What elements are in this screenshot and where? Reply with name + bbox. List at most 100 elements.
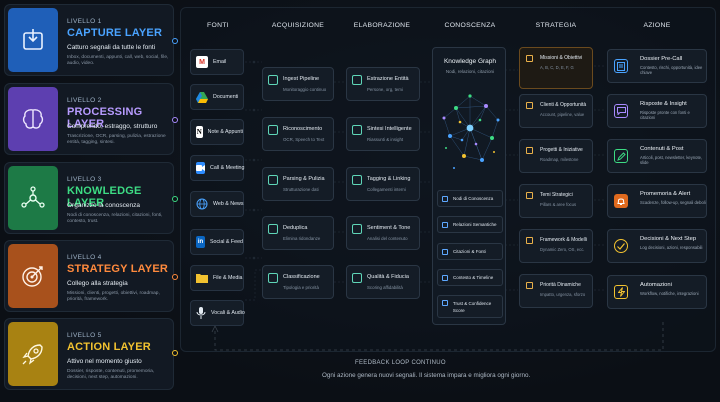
source-file[interactable]: File & Media [190, 265, 244, 291]
strategy-progetti[interactable]: Progetti & Iniziative Roadmap, milestone [519, 139, 593, 173]
knowledge-item[interactable]: Relazioni Semantiche [437, 216, 503, 233]
source-email[interactable]: M Email [190, 49, 244, 75]
ela-tagging[interactable]: Tagging & Linking Collegamenti interni [346, 167, 420, 201]
action-contenuti[interactable]: Contenuti & Post Articoli, post, newslett… [607, 139, 707, 173]
layer-name: ACTION LAYER [67, 341, 151, 353]
layer-description: Missioni, clienti, progetti, obiettivi, … [67, 291, 160, 303]
strategy-subtitle: A, B, C, D, E, F, G [540, 65, 574, 70]
step-title: Classificazione [283, 274, 320, 280]
strategy-title: Progetti & Iniziative [540, 147, 583, 153]
ela-qualita[interactable]: Qualità & Fiducia Scoring affidabilità [346, 265, 420, 299]
strategy-subtitle: Pillars & aree focus [540, 202, 577, 207]
lightning-icon [614, 285, 628, 299]
layer-capture[interactable]: LIVELLO 1 CAPTURE LAYER Catturo segnali … [4, 4, 174, 76]
step-title: Parsing & Pulizia [283, 176, 325, 182]
strategy-subtitle: Impatto, urgenza, sforzo [540, 292, 586, 297]
tag-icon [268, 273, 278, 283]
layer-number: LIVELLO 2 [67, 97, 102, 104]
action-dossier[interactable]: Dossier Pre-Call Contesto, rischi, opport… [607, 49, 707, 83]
action-title: Contenuti & Post [640, 146, 684, 152]
action-title: Risposte & Insight [640, 101, 687, 107]
layer-subtitle: Organizzo la conoscenza [67, 202, 140, 209]
source-web[interactable]: Web & News [190, 191, 244, 217]
strategy-missioni[interactable]: Missioni & Obiettivi A, B, C, D, E, F, G [519, 47, 593, 89]
strategy-subtitle: Roadmap, milestone [540, 157, 579, 162]
step-title: Riconoscimento [283, 126, 323, 132]
check-circle-icon [614, 239, 628, 253]
action-promemoria[interactable]: Promemoria & Alert Scadenze, follow-up, s… [607, 184, 707, 218]
ela-sentiment[interactable]: Sentiment & Tone Analisi del contenuto [346, 216, 420, 250]
pipeline-diagram: { "layers":[ {"num":"LIVELLO 1","name":"… [0, 0, 720, 402]
source-documenti[interactable]: Documenti [190, 84, 244, 110]
strategy-title: Missioni & Obiettivi [540, 55, 583, 61]
step-title: Qualità & Fiducia [367, 274, 409, 280]
acq-ingest-pipeline[interactable]: Ingest Pipeline Monitoraggio continuo [262, 67, 334, 101]
layer-action[interactable]: LIVELLO 5 ACTION LAYER Attivo nel moment… [4, 318, 174, 390]
step-subtitle: Riassunti & insight [367, 137, 404, 142]
source-vocali[interactable]: Vocali & Audio [190, 300, 245, 326]
step-subtitle: OCR, Speech to Text [283, 137, 325, 142]
layer-subtitle: Comprendo, estraggo, strutturo [67, 123, 158, 130]
acq-deduplica[interactable]: Deduplica Elimina ridondanze [262, 216, 334, 250]
link-icon [352, 175, 362, 185]
knowledge-item[interactable]: Citazioni & Fonti [437, 243, 503, 260]
strategy-title: Framework & Modelli [540, 237, 587, 243]
source-social[interactable]: in Social & Feed [190, 229, 244, 255]
layer-connector-dot [172, 274, 178, 280]
action-automazioni[interactable]: Automazioni Workflow, notifiche, integraz… [607, 275, 707, 309]
strategy-title: Priorità Dinamiche [540, 282, 581, 288]
step-subtitle: Elimina ridondanze [283, 236, 321, 241]
ela-estrazione-entita[interactable]: Estrazione Entità Persone, org, temi [346, 67, 420, 101]
video-call-icon [196, 162, 205, 174]
node-icon [442, 195, 448, 202]
source-call[interactable]: Call & Meeting [190, 155, 244, 181]
entity-icon [352, 75, 362, 85]
gmail-icon: M [196, 56, 208, 68]
strategy-framework[interactable]: Framework & Modelli Dynamic Zero, OS, ecc… [519, 229, 593, 263]
step-subtitle: Collegamenti interni [367, 187, 406, 192]
layer-knowledge[interactable]: LIVELLO 3 KNOWLEDGE LAYER Organizzo la c… [4, 162, 174, 234]
source-note[interactable]: N Note & Appunti [190, 119, 244, 145]
layer-connector-dot [172, 117, 178, 123]
source-label: Web & News [213, 201, 244, 207]
strategy-title: Temi Strategici [540, 192, 573, 198]
action-risposte[interactable]: Risposte & Insight Risposte pronte con fo… [607, 94, 707, 128]
acq-riconoscimento[interactable]: Riconoscimento OCR, Speech to Text [262, 117, 334, 151]
tone-icon [352, 224, 362, 234]
layer-strategy[interactable]: LIVELLO 4 STRATEGY LAYER Collego alla st… [4, 240, 174, 312]
acq-classificazione[interactable]: Classificazione Tipologia e priorità [262, 265, 334, 299]
action-decisioni[interactable]: Decisioni & Next Step Log decisioni, azio… [607, 229, 707, 263]
layer-processing[interactable]: LIVELLO 2 PROCESSING LAYER Comprendo, es… [4, 83, 174, 155]
action-subtitle: Contesto, rischi, opportunità, idee chia… [640, 65, 703, 76]
strategy-temi[interactable]: Temi Strategici Pillars & aree focus [519, 184, 593, 218]
graph-title: Knowledge Graph [443, 58, 497, 65]
column-header-fonti: FONTI [207, 22, 229, 29]
source-label: Note & Appunti [207, 129, 243, 135]
acq-parsing[interactable]: Parsing & Pulizia Strutturazione dati [262, 167, 334, 201]
layer-subtitle: Attivo nel momento giusto [67, 358, 142, 365]
layer-connector-dot [172, 196, 178, 202]
microphone-icon [196, 307, 206, 319]
step-subtitle: Analisi del contenuto [367, 236, 408, 241]
step-subtitle: Monitoraggio continuo [283, 87, 327, 92]
shield-icon [352, 273, 362, 283]
ela-sintesi[interactable]: Sintesi Intelligente Riassunti & insight [346, 117, 420, 151]
bell-icon [614, 194, 628, 208]
knowledge-item[interactable]: Trust & Confidence Score [437, 295, 503, 318]
knowledge-item[interactable]: Nodi di Conoscenza [437, 190, 503, 207]
trust-icon [442, 300, 448, 306]
strategy-title: Clienti & Opportunità [540, 102, 587, 108]
column-header-strategia: STRATEGIA [535, 22, 577, 29]
strategy-priorita[interactable]: Priorità Dinamiche Impatto, urgenza, sfor… [519, 274, 593, 308]
folder-icon [196, 272, 208, 284]
timeline-icon [442, 274, 448, 281]
layer-name: STRATEGY LAYER [67, 263, 169, 275]
source-label: Email [213, 59, 227, 65]
knowledge-item[interactable]: Contesto & Timeline [437, 269, 503, 286]
step-subtitle: Persone, org, temi [367, 87, 403, 92]
layer-number: LIVELLO 4 [67, 254, 102, 261]
source-label: Call & Meeting [210, 165, 245, 171]
strategy-clienti[interactable]: Clienti & Opportunità Account, pipeline, … [519, 94, 593, 128]
target-icon [8, 244, 58, 308]
pipeline-icon [268, 75, 278, 85]
